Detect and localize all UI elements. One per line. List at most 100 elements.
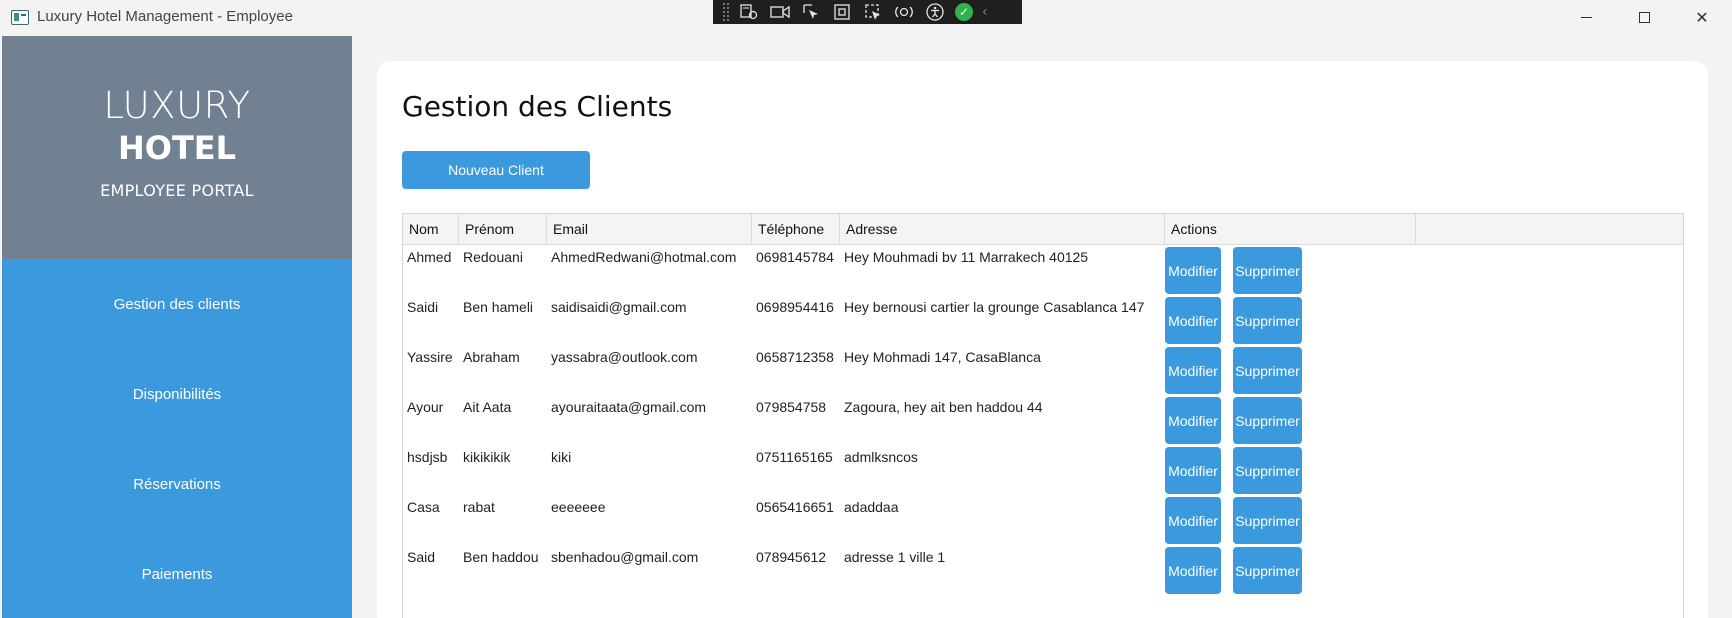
cell-email: kiki: [551, 449, 572, 465]
cell-telephone: 0658712358: [756, 349, 834, 365]
record-icon[interactable]: [769, 3, 791, 21]
cell-prenom: rabat: [463, 499, 495, 515]
table-row[interactable]: Ahmed Redouani AhmedRedwani@hotmal.com 0698…: [403, 245, 1683, 295]
title-bar: Luxury Hotel Management - Employee ✓ ‹ ✕: [0, 0, 1732, 36]
app-icon: [11, 10, 29, 25]
table-body: Ahmed Redouani AhmedRedwani@hotmal.com 0698…: [403, 245, 1683, 595]
accessibility-icon[interactable]: [924, 3, 946, 21]
delete-client-button[interactable]: Supprimer: [1233, 497, 1302, 544]
cell-adresse: admlksncos: [844, 449, 918, 465]
cell-actions: Modifier Supprimer: [1165, 395, 1416, 445]
sidebar-item-label: Disponibilités: [132, 385, 222, 403]
cell-prenom: Ben haddou: [463, 549, 539, 565]
maximize-button[interactable]: [1621, 4, 1667, 30]
table-header: Nom Prénom Email Téléphone Adresse Actio…: [403, 214, 1683, 245]
cell-email: eeeeeee: [551, 499, 606, 515]
brand-panel: LUXURY HOTEL EMPLOYEE PORTAL: [2, 36, 352, 259]
brand-luxury: LUXURY: [103, 84, 251, 127]
table-row[interactable]: Saidi Ben hameli saidisaidi@gmail.com 06989…: [403, 295, 1683, 345]
brand-hotel: HOTEL: [117, 129, 237, 167]
edit-client-button[interactable]: Modifier: [1165, 497, 1221, 544]
cell-email: yassabra@outlook.com: [551, 349, 698, 365]
sidebar-nav: Gestion des clients Disponibilités Réser…: [2, 259, 352, 618]
table-row[interactable]: Said Ben haddou sbenhadou@gmail.com 0789456…: [403, 545, 1683, 595]
cell-telephone: 0565416651: [756, 499, 834, 515]
cell-email: saidisaidi@gmail.com: [551, 299, 687, 315]
select-element-icon[interactable]: [800, 3, 822, 21]
track-focus-icon[interactable]: [862, 3, 884, 21]
delete-client-button[interactable]: Supprimer: [1233, 547, 1302, 594]
delete-client-button[interactable]: Supprimer: [1233, 247, 1302, 294]
cell-adresse: Hey Mohmadi 147, CasaBlanca: [844, 349, 1041, 365]
cell-prenom: Ait Aata: [463, 399, 512, 415]
table-row[interactable]: hsdjsb kikikikik kiki 0751165165 admlksncos M…: [403, 445, 1683, 495]
delete-client-button[interactable]: Supprimer: [1233, 397, 1302, 444]
cell-telephone: 0698954416: [756, 299, 834, 315]
content-card: Gestion des Clients Nouveau Client Nom P…: [377, 61, 1708, 618]
cell-email: sbenhadou@gmail.com: [551, 549, 699, 565]
cell-adresse: Hey bernousi cartier la grounge Casablan…: [844, 299, 1145, 315]
cell-nom: Yassire: [407, 349, 453, 365]
cell-actions: Modifier Supprimer: [1165, 295, 1416, 345]
edit-client-button[interactable]: Modifier: [1165, 397, 1221, 444]
edit-client-button[interactable]: Modifier: [1165, 547, 1221, 594]
edit-client-button[interactable]: Modifier: [1165, 447, 1221, 494]
cell-email: AhmedRedwani@hotmal.com: [551, 249, 737, 265]
sidebar-item-disponibilites[interactable]: Disponibilités: [2, 349, 352, 439]
maximize-icon: [1638, 11, 1650, 23]
table-row[interactable]: Casa rabat eeeeeee 0565416651 adaddaa Modifie…: [403, 495, 1683, 545]
column-header-filler: [1416, 214, 1683, 244]
cell-adresse: Hey Mouhmadi bv 11 Marrakech 40125: [844, 249, 1089, 265]
cell-nom: hsdjsb: [407, 449, 448, 465]
new-client-button[interactable]: Nouveau Client: [402, 151, 590, 189]
cell-actions: Modifier Supprimer: [1165, 545, 1416, 595]
cell-actions: Modifier Supprimer: [1165, 445, 1416, 495]
hot-reload-status-icon[interactable]: ✓: [955, 3, 973, 21]
page-title: Gestion des Clients: [402, 90, 673, 123]
cell-nom: Casa: [407, 499, 440, 515]
xaml-debug-toolbar: ✓ ‹: [713, 0, 1022, 24]
delete-client-button[interactable]: Supprimer: [1233, 447, 1302, 494]
edit-client-button[interactable]: Modifier: [1165, 347, 1221, 394]
sidebar-item-reservations[interactable]: Réservations: [2, 439, 352, 529]
delete-client-button[interactable]: Supprimer: [1233, 347, 1302, 394]
sidebar: LUXURY HOTEL EMPLOYEE PORTAL Gestion des…: [2, 36, 352, 618]
column-header-email[interactable]: Email: [547, 214, 752, 244]
table-row[interactable]: Ayour Ait Aata ayouraitaata@gmail.com 07985…: [403, 395, 1683, 445]
column-header-telephone[interactable]: Téléphone: [752, 214, 840, 244]
cell-actions: Modifier Supprimer: [1165, 345, 1416, 395]
sidebar-item-label: Réservations: [133, 475, 221, 493]
display-layout-adorners-icon[interactable]: [831, 3, 853, 21]
cell-actions: Modifier Supprimer: [1165, 495, 1416, 545]
sidebar-item-clients[interactable]: Gestion des clients: [2, 259, 352, 349]
sidebar-item-paiements[interactable]: Paiements: [2, 529, 352, 618]
live-visual-tree-icon[interactable]: [738, 3, 760, 21]
column-header-adresse[interactable]: Adresse: [840, 214, 1165, 244]
cell-telephone: 078945612: [756, 549, 827, 565]
sidebar-item-label: Paiements: [141, 565, 213, 583]
sidebar-item-label: Gestion des clients: [113, 295, 241, 313]
table-row[interactable]: Yassire Abraham yassabra@outlook.com 065871…: [403, 345, 1683, 395]
cell-adresse: adaddaa: [844, 499, 899, 515]
window-title: Luxury Hotel Management - Employee: [37, 8, 293, 25]
cell-adresse: Zagoura, hey ait ben haddou 44: [844, 399, 1043, 415]
cell-prenom: Abraham: [463, 349, 520, 365]
cell-nom: Said: [407, 549, 436, 565]
column-header-prenom[interactable]: Prénom: [459, 214, 547, 244]
cell-telephone: 0698145784: [756, 249, 834, 265]
minimize-icon: [1580, 16, 1592, 18]
binding-failures-icon[interactable]: [893, 3, 915, 21]
toolbar-grip-icon[interactable]: [723, 3, 729, 21]
minimize-button[interactable]: [1563, 4, 1609, 30]
clients-table: Nom Prénom Email Téléphone Adresse Actio…: [402, 213, 1684, 618]
collapse-chevron-icon[interactable]: ‹: [982, 4, 988, 20]
cell-telephone: 079854758: [756, 399, 827, 415]
column-header-actions[interactable]: Actions: [1165, 214, 1416, 244]
delete-client-button[interactable]: Supprimer: [1233, 297, 1302, 344]
edit-client-button[interactable]: Modifier: [1165, 247, 1221, 294]
edit-client-button[interactable]: Modifier: [1165, 297, 1221, 344]
column-header-nom[interactable]: Nom: [403, 214, 459, 244]
close-button[interactable]: ✕: [1679, 4, 1725, 30]
cell-prenom: Ben hameli: [463, 299, 534, 315]
cell-nom: Ayour: [407, 399, 444, 415]
